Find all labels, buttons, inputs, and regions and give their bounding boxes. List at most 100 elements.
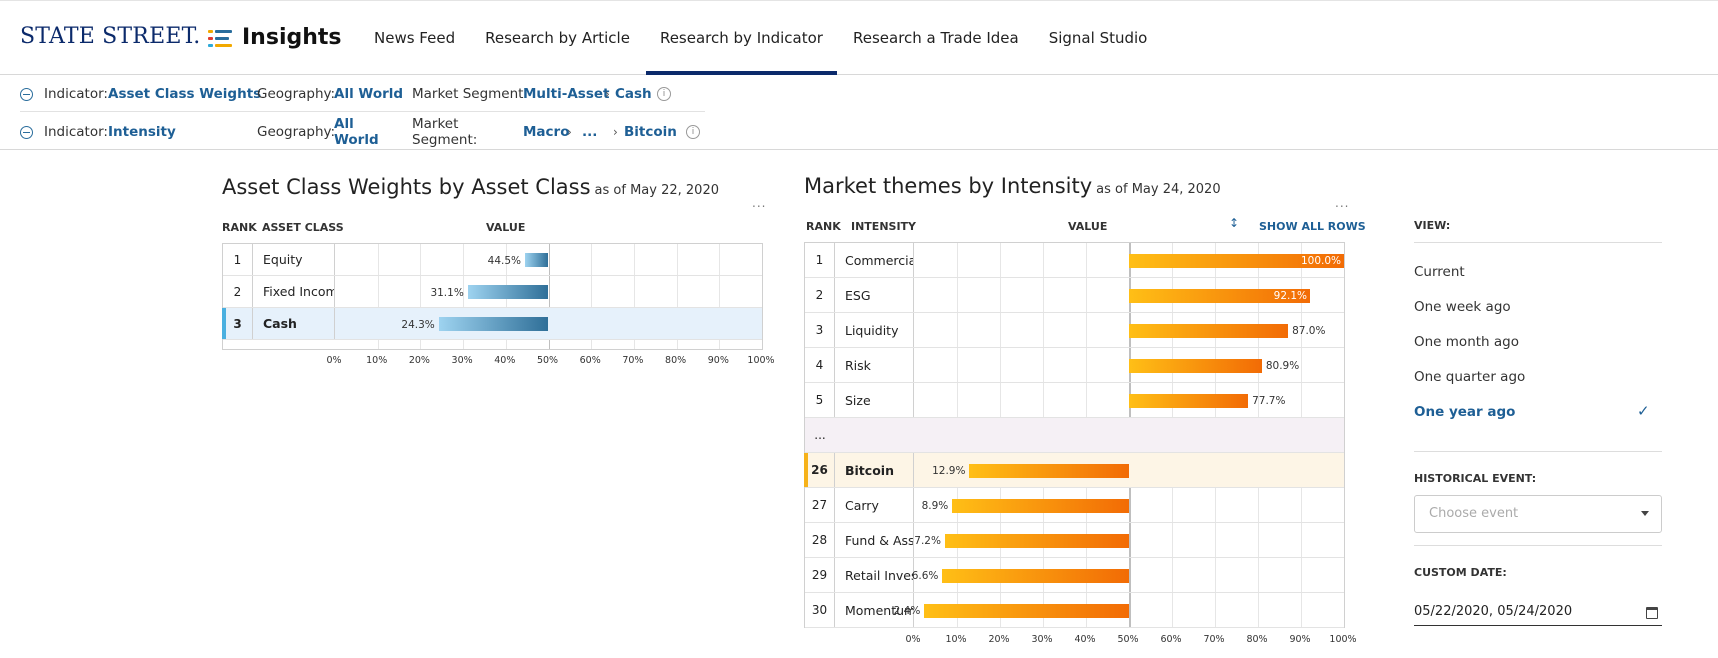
rank-cell: ... [814, 428, 826, 442]
calendar-icon[interactable] [1646, 607, 1658, 619]
right-title-text: Market themes by Intensity [804, 174, 1093, 198]
view-current[interactable]: Current [1414, 264, 1465, 280]
info-icon[interactable]: i [686, 125, 700, 139]
main-nav: News Feed Research by Article Research b… [360, 0, 1163, 75]
indicator-label: Indicator: [44, 85, 108, 102]
name-cell: Carry [835, 488, 914, 522]
axis-tick-label: 60% [1160, 634, 1182, 645]
tab-research-trade-idea[interactable]: Research a Trade Idea [839, 0, 1033, 75]
table-row[interactable]: 28Fund & Asse...7.2% [805, 523, 1344, 558]
indicator-value[interactable]: Intensity [108, 124, 176, 140]
app-title[interactable]: Insights [242, 25, 342, 50]
name-cell: Liquidity [835, 313, 914, 347]
segment-label: Market Segment: [412, 116, 478, 148]
asset-class-table: 1Equity 44.5% 2Fixed Income 31.1% 3Cash 24.3% [222, 243, 763, 350]
table-row[interactable]: 27 Carry 8.9% [805, 488, 1344, 523]
value-bar [467, 285, 549, 299]
left-as-of: as of May 22, 2020 [594, 183, 719, 198]
rank-cell: 3 [223, 308, 253, 339]
state-street-logo[interactable]: STATE STREET. [20, 24, 200, 49]
rank-cell: 2 [223, 276, 253, 307]
value-label: 100.0% [1300, 255, 1341, 267]
geography-value[interactable]: All World [334, 116, 379, 148]
segment-item[interactable]: Bitcoin [624, 124, 677, 140]
indicator-label: Indicator: [44, 124, 108, 140]
rank-cell: 29 [805, 558, 835, 592]
value-label: 80.9% [1265, 360, 1300, 372]
historical-event-select[interactable]: Choose event [1414, 495, 1662, 533]
tab-signal-studio[interactable]: Signal Studio [1035, 0, 1162, 75]
axis-tick-label: 40% [494, 355, 516, 366]
axis-tick-label: 0% [326, 355, 342, 366]
value-label: 8.9% [921, 500, 949, 512]
select-placeholder: Choose event [1429, 506, 1519, 521]
value-bar [525, 253, 549, 267]
table-row[interactable]: 3 Liquidity 87.0% [805, 313, 1344, 348]
table-row[interactable]: 1 Equity 44.5% [223, 244, 762, 276]
custom-date-input[interactable]: 05/22/2020, 05/24/2020 [1414, 600, 1662, 626]
table-row[interactable]: 30 Momentum 2.4% [805, 593, 1344, 628]
divider [1414, 545, 1662, 546]
rank-cell: 1 [805, 243, 835, 277]
name-cell: Retail Invest... [835, 558, 914, 592]
indicator-value[interactable]: Asset Class Weights [108, 86, 261, 102]
collapse-rows-icon[interactable]: ↕ [1229, 216, 1239, 230]
col-value: VALUE [1068, 220, 1108, 233]
axis-tick-label: 70% [622, 355, 644, 366]
col-value: VALUE [486, 221, 526, 234]
axis-tick-label: 20% [988, 634, 1010, 645]
table-row[interactable]: 26 Bitcoin 12.9% [804, 453, 1344, 488]
tab-news-feed[interactable]: News Feed [360, 0, 469, 75]
tab-research-by-indicator[interactable]: Research by Indicator [645, 0, 837, 75]
segment-item[interactable]: ... [582, 124, 597, 140]
axis-tick-label: 10% [945, 634, 967, 645]
show-all-rows-button[interactable]: SHOW ALL ROWS [1259, 220, 1366, 233]
axis-tick-label: 10% [366, 355, 388, 366]
name-cell: Risk [835, 348, 914, 382]
view-one-week-ago[interactable]: One week ago [1414, 299, 1511, 315]
segment-item[interactable]: Cash [615, 86, 652, 102]
view-title: VIEW: [1414, 219, 1451, 232]
value-label: 77.7% [1252, 395, 1286, 407]
table-row[interactable]: 29Retail Invest...6.6% [805, 558, 1344, 593]
name-cell: Size [835, 383, 914, 417]
value-bar [942, 568, 1129, 583]
filters-divider [0, 149, 1718, 150]
view-one-quarter-ago[interactable]: One quarter ago [1414, 369, 1525, 385]
table-row-separator: ... [805, 418, 1344, 453]
geography-label: Geography: [257, 124, 336, 140]
axis-tick-label: 80% [1246, 634, 1268, 645]
table-row[interactable]: 4 Risk 80.9% [805, 348, 1344, 383]
geography-value[interactable]: All World [334, 86, 403, 102]
table-row[interactable]: 2 ESG 92.1% [805, 278, 1344, 313]
rank-cell: 1 [223, 244, 253, 275]
caret-down-icon [1641, 511, 1649, 516]
table-row[interactable]: 5 Size 77.7% [805, 383, 1344, 418]
more-options-icon[interactable]: ... [752, 196, 766, 210]
segment-item[interactable]: Macro [523, 124, 569, 140]
tab-research-by-article[interactable]: Research by Article [471, 0, 644, 75]
more-options-icon[interactable]: ... [1335, 196, 1349, 210]
segment-item[interactable]: Multi-Asset [523, 86, 609, 102]
axis-tick-label: 80% [665, 355, 687, 366]
chevron-right-icon: › [605, 86, 610, 101]
custom-date-title: CUSTOM DATE: [1414, 566, 1507, 579]
rank-cell: 5 [805, 383, 835, 417]
axis-tick-label: 40% [1074, 634, 1096, 645]
name-cell: Commercial ... [835, 243, 914, 277]
name-cell: Fixed Income [253, 276, 335, 307]
axis-tick-label: 90% [1289, 634, 1311, 645]
info-icon[interactable]: i [657, 87, 671, 101]
axis-tick-label: 0% [905, 634, 921, 645]
view-one-year-ago[interactable]: One year ago [1414, 404, 1515, 420]
collapse-icon[interactable] [20, 88, 33, 101]
view-one-month-ago[interactable]: One month ago [1414, 334, 1519, 350]
col-intensity: INTENSITY [851, 220, 917, 233]
table-row[interactable]: 3 Cash 24.3% [222, 308, 762, 340]
rank-cell: 4 [805, 348, 835, 382]
table-row[interactable]: 1Commercial ... 100.0% [805, 243, 1344, 278]
name-cell: Bitcoin [835, 453, 914, 487]
table-row[interactable]: 2Fixed Income 31.1% [223, 276, 762, 308]
value-label: 12.9% [932, 465, 966, 477]
collapse-icon[interactable] [20, 126, 33, 139]
